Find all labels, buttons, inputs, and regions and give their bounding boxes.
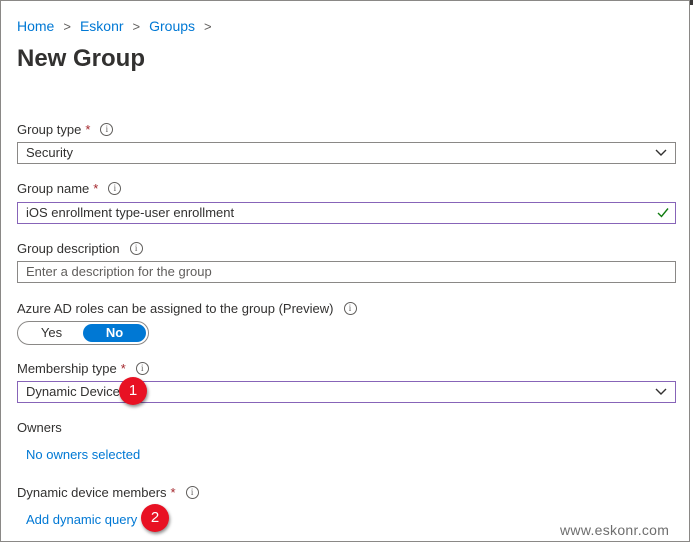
info-icon[interactable]: i: [129, 242, 143, 255]
info-icon[interactable]: i: [135, 362, 149, 375]
chevron-right-icon: >: [132, 18, 141, 34]
azure-roles-label-text: Azure AD roles can be assigned to the gr…: [17, 301, 334, 316]
group-type-value: Security: [26, 145, 73, 160]
dynamic-members-label: Dynamic device members * i: [17, 485, 199, 500]
group-description-label-text: Group description: [17, 241, 120, 256]
group-description-label: Group description i: [17, 241, 143, 256]
owners-label-text: Owners: [17, 420, 62, 435]
breadcrumb-groups[interactable]: Groups: [149, 18, 195, 34]
group-description-input[interactable]: Enter a description for the group: [17, 261, 676, 283]
owners-label: Owners: [17, 420, 62, 435]
group-name-label: Group name * i: [17, 181, 122, 196]
membership-type-label: Membership type * i: [17, 361, 149, 376]
callout-badge-2: 2: [141, 504, 169, 532]
breadcrumb-tenant[interactable]: Eskonr: [80, 18, 124, 34]
required-marker: *: [120, 361, 126, 376]
membership-type-label-text: Membership type: [17, 361, 117, 376]
add-dynamic-query-link[interactable]: Add dynamic query: [26, 512, 137, 527]
group-name-input[interactable]: iOS enrollment type-user enrollment: [17, 202, 676, 224]
watermark: www.eskonr.com: [560, 522, 670, 538]
info-icon[interactable]: i: [100, 123, 114, 136]
group-type-dropdown[interactable]: Security: [17, 142, 676, 164]
chevron-down-icon: [655, 388, 667, 395]
breadcrumb: Home > Eskonr > Groups >: [17, 18, 221, 34]
page-title: New Group: [17, 45, 146, 72]
group-name-value: iOS enrollment type-user enrollment: [26, 205, 235, 220]
toggle-option-no[interactable]: No: [83, 324, 146, 342]
checkmark-icon: [657, 208, 669, 218]
group-description-placeholder: Enter a description for the group: [26, 264, 212, 279]
required-marker: *: [85, 122, 91, 137]
chevron-down-icon: [655, 149, 667, 156]
dynamic-members-label-text: Dynamic device members: [17, 485, 167, 500]
toggle-option-yes[interactable]: Yes: [20, 324, 83, 342]
group-name-label-text: Group name: [17, 181, 90, 196]
group-type-label-text: Group type: [17, 122, 82, 137]
group-type-label: Group type * i: [17, 122, 114, 137]
no-owners-link[interactable]: No owners selected: [26, 447, 140, 462]
required-marker: *: [170, 485, 176, 500]
azure-roles-toggle[interactable]: Yes No: [17, 321, 149, 345]
info-icon[interactable]: i: [108, 182, 122, 195]
membership-type-dropdown[interactable]: Dynamic Device: [17, 381, 676, 403]
breadcrumb-home[interactable]: Home: [17, 18, 54, 34]
callout-badge-1: 1: [119, 377, 147, 405]
required-marker: *: [93, 181, 99, 196]
chevron-right-icon: >: [63, 18, 71, 34]
membership-type-value: Dynamic Device: [26, 384, 120, 399]
chevron-right-icon: >: [204, 18, 212, 34]
azure-roles-label: Azure AD roles can be assigned to the gr…: [17, 301, 357, 316]
info-icon[interactable]: i: [185, 486, 199, 499]
info-icon[interactable]: i: [343, 302, 357, 315]
